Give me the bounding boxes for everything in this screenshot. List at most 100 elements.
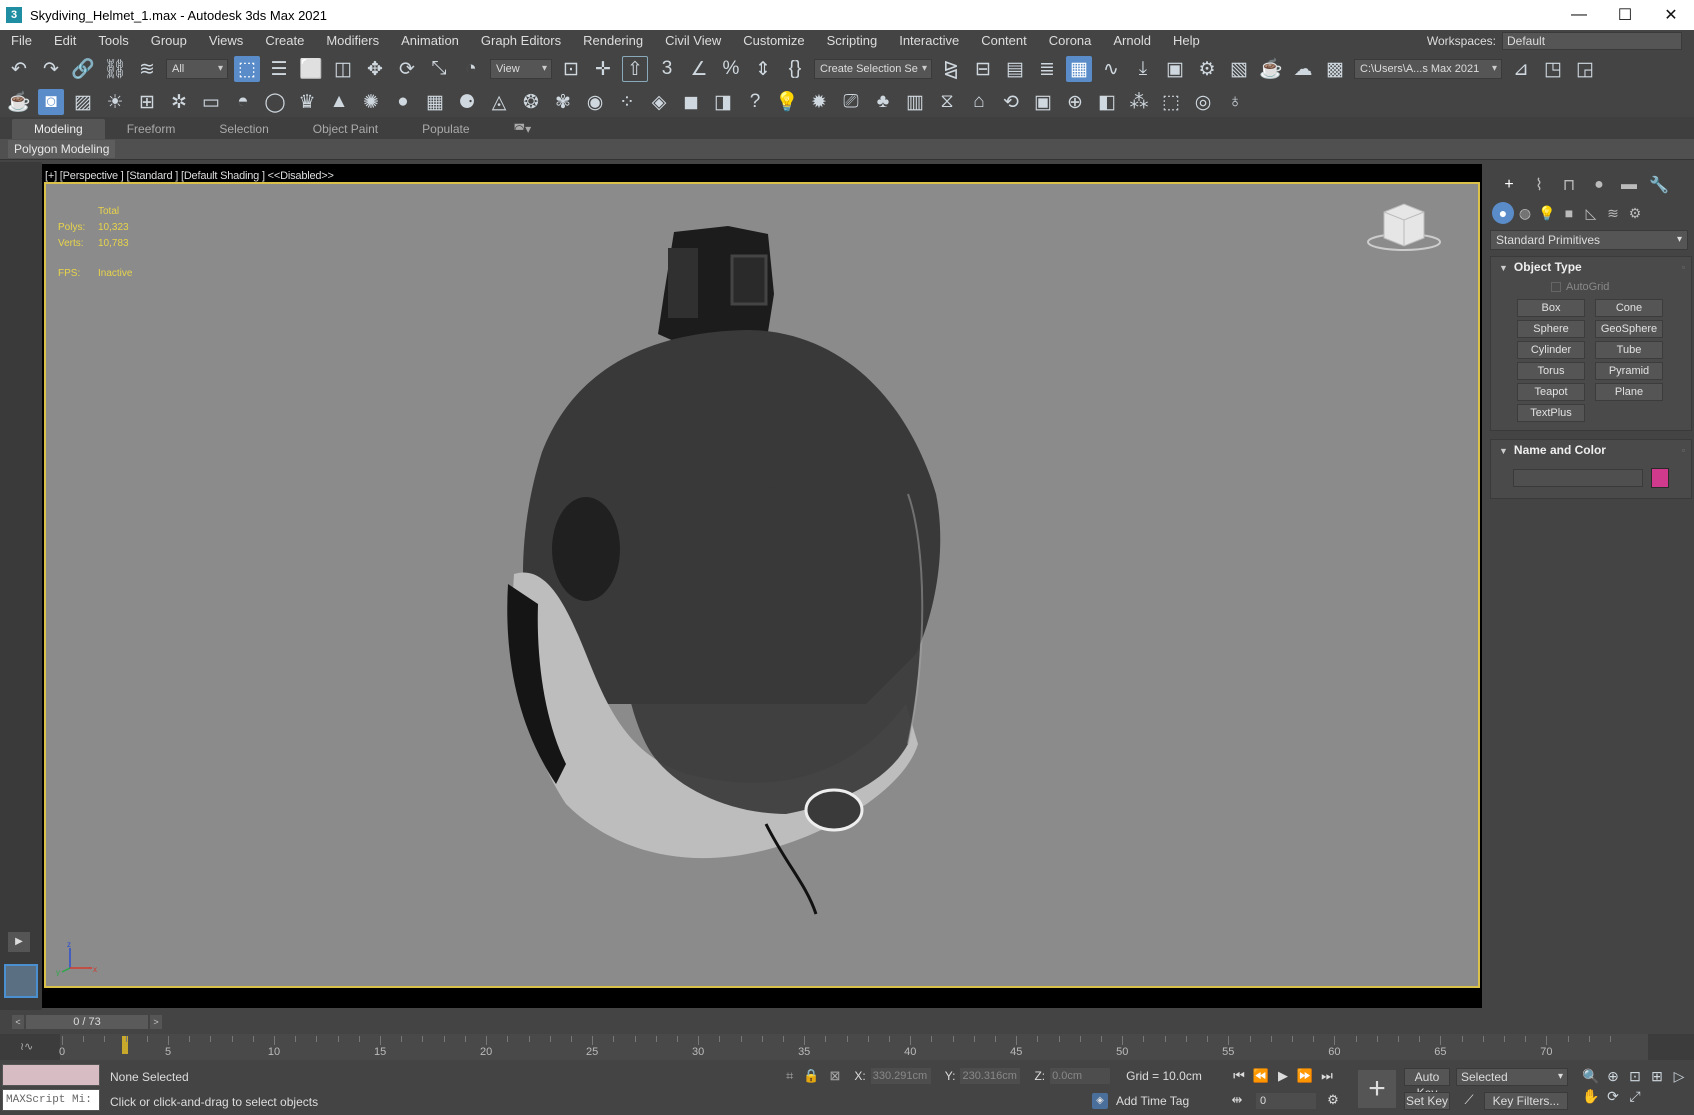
zoom-icon[interactable]: 🔍 — [1580, 1068, 1602, 1088]
project-settings-icon[interactable]: ◲ — [1572, 56, 1598, 82]
textplus-button[interactable]: TextPlus — [1517, 404, 1585, 422]
helmet-model[interactable] — [46, 184, 1480, 988]
orbit-icon[interactable]: ⟳ — [1602, 1088, 1624, 1108]
angle-snap-icon[interactable]: ∠ — [686, 56, 712, 82]
absolute-mode-icon[interactable]: ⊠ — [830, 1068, 841, 1084]
render-region-icon[interactable]: ◧ — [1094, 89, 1120, 115]
go-to-start-icon[interactable]: ⏮ — [1228, 1068, 1250, 1086]
key-mode-dropdown[interactable]: Selected — [1456, 1068, 1568, 1086]
displacement-icon[interactable]: ❂ — [518, 89, 544, 115]
key-mode-toggle-icon[interactable]: ⇹ — [1226, 1092, 1248, 1110]
shapes-icon[interactable]: ◍ — [1514, 202, 1536, 224]
cone-button[interactable]: Cone — [1595, 299, 1663, 317]
cone-icon[interactable]: ▲ — [326, 89, 352, 115]
sun-sky-icon[interactable]: ✹ — [806, 89, 832, 115]
maximize-viewport-icon[interactable]: ⤢ — [1624, 1088, 1646, 1108]
select-by-name-icon[interactable]: ☰ — [266, 56, 292, 82]
tag-icon[interactable]: ⌂ — [966, 89, 992, 115]
selection-filter-dropdown[interactable]: All — [166, 59, 228, 79]
menu-customize[interactable]: Customize — [732, 30, 815, 52]
interactive-render-icon[interactable]: ◙ — [38, 89, 64, 115]
menu-create[interactable]: Create — [254, 30, 315, 52]
multimap-icon[interactable]: ⁘ — [614, 89, 640, 115]
rectangular-selection-icon[interactable]: ⬜ — [298, 56, 324, 82]
tab-modeling[interactable]: Modeling — [12, 119, 105, 139]
menu-civil-view[interactable]: Civil View — [654, 30, 732, 52]
viewport-label[interactable]: [+] [Perspective ] [Standard ] [Default … — [45, 170, 334, 182]
volume-icon[interactable]: ◬ — [486, 89, 512, 115]
edit-named-selection-icon[interactable]: {} — [782, 56, 808, 82]
play-icon[interactable]: ▶ — [1272, 1068, 1294, 1086]
zoom-all-icon[interactable]: ⊕ — [1602, 1068, 1624, 1088]
x-coordinate-field[interactable]: 330.291cm — [870, 1068, 931, 1084]
z-coordinate-field[interactable]: 0.0cm — [1050, 1068, 1111, 1084]
safe-frame-icon[interactable]: ⊕ — [1062, 89, 1088, 115]
tab-populate[interactable]: Populate — [400, 119, 491, 139]
loop-icon[interactable]: ⟲ — [998, 89, 1024, 115]
link-icon[interactable]: 🔗 — [70, 56, 96, 82]
zoom-extents-all-icon[interactable]: ⊞ — [1646, 1068, 1668, 1088]
eye-icon[interactable]: ◎ — [1190, 89, 1216, 115]
open-project-icon[interactable]: ⊿ — [1508, 56, 1534, 82]
set-project-icon[interactable]: ◳ — [1540, 56, 1566, 82]
selection-lock-icon[interactable]: 🔒 — [803, 1068, 819, 1084]
layer-explorer-icon[interactable]: ≣ — [1034, 56, 1060, 82]
maxscript-input[interactable]: MAXScript Mi: — [2, 1089, 100, 1111]
helpers-icon[interactable]: ◺ — [1580, 202, 1602, 224]
object-name-field[interactable] — [1513, 469, 1643, 487]
material-library-icon[interactable]: ◈ — [646, 89, 672, 115]
viewcube[interactable] — [1366, 198, 1442, 254]
expand-layout-icon[interactable]: ▶ — [8, 932, 30, 952]
material-sphere-icon[interactable]: ◉ — [582, 89, 608, 115]
mirror-icon[interactable]: ⧎ — [938, 56, 964, 82]
menu-tools[interactable]: Tools — [87, 30, 139, 52]
autogrid-option[interactable]: AutoGrid — [1491, 277, 1691, 295]
menu-animation[interactable]: Animation — [390, 30, 470, 52]
hierarchy-tab-icon[interactable]: ⊓ — [1554, 173, 1584, 197]
light-icon[interactable]: 💡 — [774, 89, 800, 115]
primitive-category-dropdown[interactable]: Standard Primitives — [1490, 230, 1688, 250]
text-panel-icon[interactable]: ▥ — [902, 89, 928, 115]
reference-coordinate-dropdown[interactable]: View — [490, 59, 552, 79]
geometry-icon[interactable]: ● — [1492, 202, 1514, 224]
field-of-view-icon[interactable]: ▷ — [1668, 1068, 1690, 1088]
select-manipulate-icon[interactable]: ✛ — [590, 56, 616, 82]
default-tangents-icon[interactable]: ⟋ — [1458, 1092, 1480, 1110]
scatter-icon[interactable]: ▦ — [422, 89, 448, 115]
material-editor-icon[interactable]: ▣ — [1162, 56, 1188, 82]
viewport-layout-thumbnail[interactable] — [4, 964, 38, 998]
camera-physical-icon[interactable]: ⎚ — [838, 89, 864, 115]
tab-freeform[interactable]: Freeform — [105, 119, 198, 139]
teapot-icon[interactable]: ☕ — [6, 89, 32, 115]
keyboard-shortcut-override-icon[interactable]: ⇧ — [622, 56, 648, 82]
align-icon[interactable]: ⊟ — [970, 56, 996, 82]
plane-button[interactable]: Plane — [1595, 383, 1663, 401]
sphere-button[interactable]: Sphere — [1517, 320, 1585, 338]
auto-key-button[interactable]: Auto Key — [1404, 1068, 1450, 1100]
batch-icon[interactable]: ⁂ — [1126, 89, 1152, 115]
add-time-tag[interactable]: ◈ Add Time Tag — [1092, 1093, 1189, 1109]
place-icon[interactable]: ◔ — [458, 56, 484, 82]
menu-scripting[interactable]: Scripting — [816, 30, 889, 52]
set-key-button[interactable]: Set Key — [1404, 1092, 1450, 1110]
go-to-end-icon[interactable]: ⏭ — [1316, 1068, 1338, 1086]
toggle-ribbon-icon[interactable]: ▦ — [1066, 56, 1092, 82]
disc-light-icon[interactable]: ● — [390, 89, 416, 115]
menu-edit[interactable]: Edit — [43, 30, 87, 52]
maximize-button[interactable]: ☐ — [1602, 0, 1648, 30]
geosphere-button[interactable]: GeoSphere — [1595, 320, 1663, 338]
workspace-dropdown[interactable]: Default — [1502, 32, 1682, 50]
scene-explorer-icon[interactable]: ▤ — [1002, 56, 1028, 82]
pivot-center-icon[interactable]: ⊡ — [558, 56, 584, 82]
light-lister-icon[interactable]: ☀ — [102, 89, 128, 115]
unlink-icon[interactable]: ⛓ — [102, 56, 128, 82]
scale-icon[interactable]: ⤡ — [426, 56, 452, 82]
previous-frame-button[interactable]: < — [12, 1015, 24, 1029]
menu-file[interactable]: File — [0, 30, 43, 52]
spacewarps-icon[interactable]: ≋ — [1602, 202, 1624, 224]
rendered-frame-window-icon[interactable]: ▧ — [1226, 56, 1252, 82]
utilities-tab-icon[interactable]: 🔧 — [1644, 173, 1674, 197]
box-icon[interactable]: ⬚ — [1158, 89, 1184, 115]
redo-icon[interactable]: ↷ — [38, 56, 64, 82]
bulb-icon[interactable]: ♁ — [1222, 89, 1248, 115]
